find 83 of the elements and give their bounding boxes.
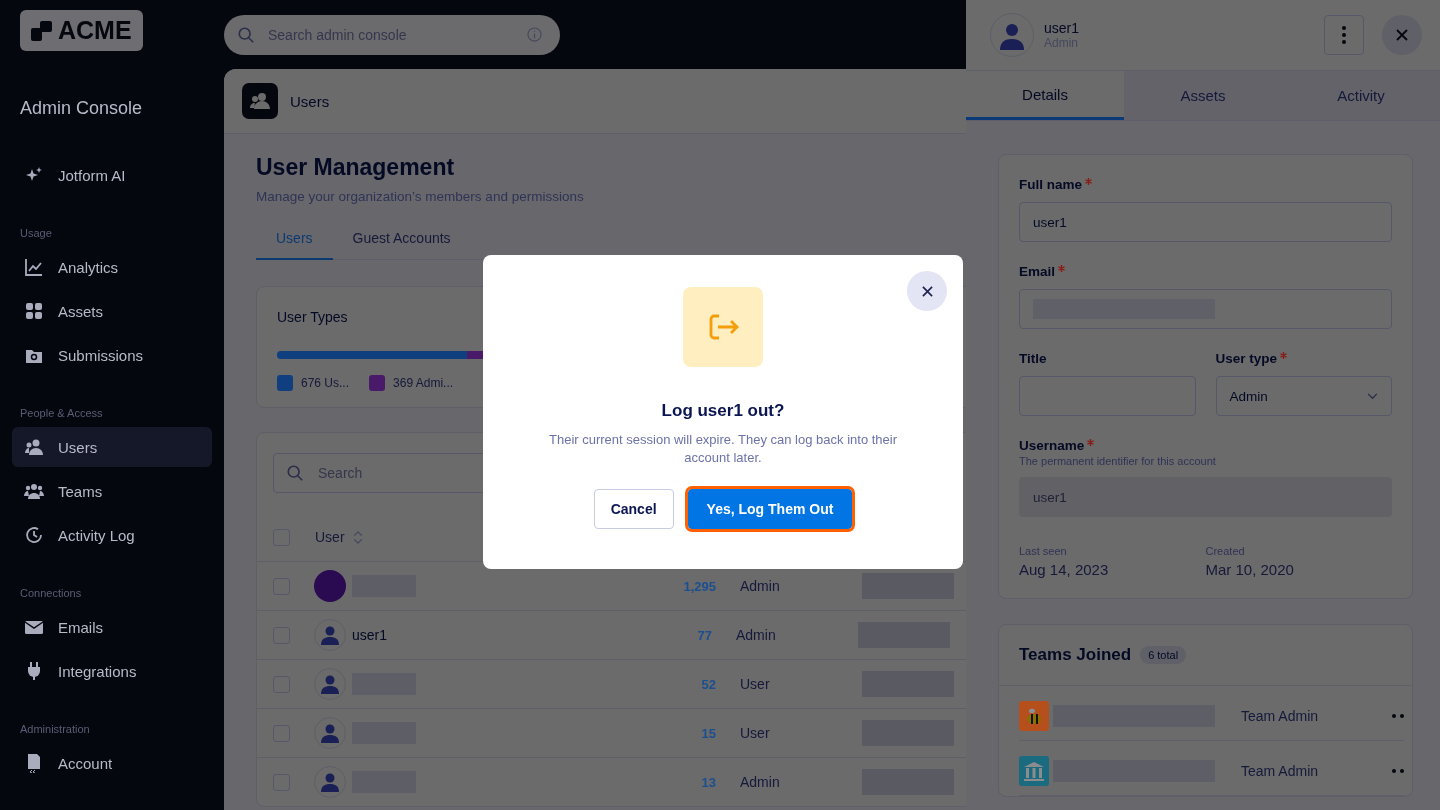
search-icon: [237, 25, 255, 44]
sidebar-item[interactable]: Assets: [12, 291, 212, 331]
field-label: Title: [1019, 351, 1047, 366]
close-icon: [921, 285, 933, 297]
select-field[interactable]: Admin: [1215, 376, 1392, 416]
user-name: user1: [352, 627, 389, 643]
logo-mark-icon: [30, 18, 54, 43]
section-heading: Administration: [20, 723, 91, 735]
avatar-icon: [314, 766, 346, 798]
chart-icon: [24, 257, 44, 277]
search-icon: [286, 464, 304, 482]
user-type: Admin: [740, 774, 781, 790]
sidebar-item[interactable]: Account: [12, 743, 212, 783]
chevron-down-icon: [1367, 392, 1378, 400]
field-label: Email: [1019, 264, 1056, 279]
clock-icon: [24, 525, 44, 545]
sort-icon[interactable]: [352, 529, 363, 545]
users-icon: [242, 83, 278, 119]
tab[interactable]: Users: [256, 230, 333, 260]
team-role: Team Admin: [1241, 708, 1320, 724]
input-field[interactable]: user1: [1019, 202, 1392, 242]
user-type: User: [740, 725, 771, 741]
cancel-button[interactable]: Cancel: [593, 489, 674, 529]
search-field[interactable]: Search admin console: [224, 14, 560, 55]
field-hint: The permanent identifier for this account: [1019, 455, 1217, 467]
date-value: Aug 14, 2023: [1019, 561, 1110, 578]
section-heading: People & Access: [20, 407, 104, 419]
info-icon[interactable]: [527, 26, 542, 42]
logo-text: ACME: [58, 16, 132, 45]
sidebar-item[interactable]: Integrations: [12, 651, 212, 691]
close-button[interactable]: [1382, 15, 1422, 55]
count-badge: 6 total: [1140, 646, 1187, 664]
sidebar-item[interactable]: Users: [12, 427, 212, 467]
logout-icon: [683, 287, 763, 367]
more-icon[interactable]: [1392, 714, 1404, 718]
legend-label: 676 Us...: [301, 376, 350, 390]
sidebar-title: Admin Console: [20, 98, 144, 119]
team-role: Team Admin: [1241, 763, 1320, 779]
sidebar-item[interactable]: Teams: [12, 471, 212, 511]
tab[interactable]: Guest Accounts: [332, 230, 471, 260]
team-icon: [24, 481, 44, 501]
user-type: Admin: [736, 627, 777, 643]
grid-icon: [24, 301, 44, 321]
sidebar-item[interactable]: Analytics: [12, 247, 212, 287]
avatar-icon: [314, 668, 346, 700]
user-name: user1: [1044, 20, 1081, 36]
dialog-title: Log user1 out?: [661, 401, 785, 421]
tab[interactable]: Assets: [1124, 71, 1282, 120]
avatar-placeholder: [314, 570, 346, 602]
more-button[interactable]: [1324, 15, 1364, 55]
field-label: User type: [1215, 351, 1278, 366]
close-icon: [1396, 29, 1408, 41]
avatar-icon: [314, 619, 346, 651]
date-label: Last seen: [1019, 545, 1068, 557]
input-field: user1: [1019, 477, 1392, 517]
close-button[interactable]: [907, 271, 947, 311]
user-type: User: [740, 676, 771, 692]
page-subtitle: Manage your organization’s members and permissions: [256, 189, 585, 204]
more-icon: [1342, 26, 1346, 44]
field-label: Full name: [1019, 177, 1082, 192]
page-title: User Management: [256, 154, 456, 181]
tab[interactable]: Activity: [1282, 71, 1440, 120]
sidebar-item[interactable]: Emails: [12, 607, 212, 647]
page-header-title: Users: [290, 92, 330, 110]
section-heading: Usage: [20, 227, 53, 239]
card-title: User Types: [277, 309, 349, 325]
avatar-icon: [990, 13, 1034, 57]
sidebar-item[interactable]: Activity Log: [12, 515, 212, 555]
date-label: Created: [1205, 545, 1246, 557]
sidebar-item[interactable]: Submissions: [12, 335, 212, 375]
legend-label: 369 Admi...: [393, 376, 454, 390]
column-header[interactable]: User: [315, 529, 345, 545]
card-title: Teams Joined: [1019, 645, 1132, 665]
confirm-button[interactable]: Yes, Log Them Out: [687, 489, 853, 529]
date-value: Mar 10, 2020: [1205, 561, 1295, 578]
user-type: Admin: [740, 578, 781, 594]
sidebar-item[interactable]: Jotform AI: [12, 155, 212, 195]
section-heading: Connections: [20, 587, 83, 599]
acme-logo[interactable]: ACME: [20, 10, 143, 51]
field-label: Username: [1019, 438, 1085, 453]
more-icon[interactable]: [1392, 769, 1404, 773]
user-icon: [24, 437, 44, 457]
avatar-icon: [314, 717, 346, 749]
